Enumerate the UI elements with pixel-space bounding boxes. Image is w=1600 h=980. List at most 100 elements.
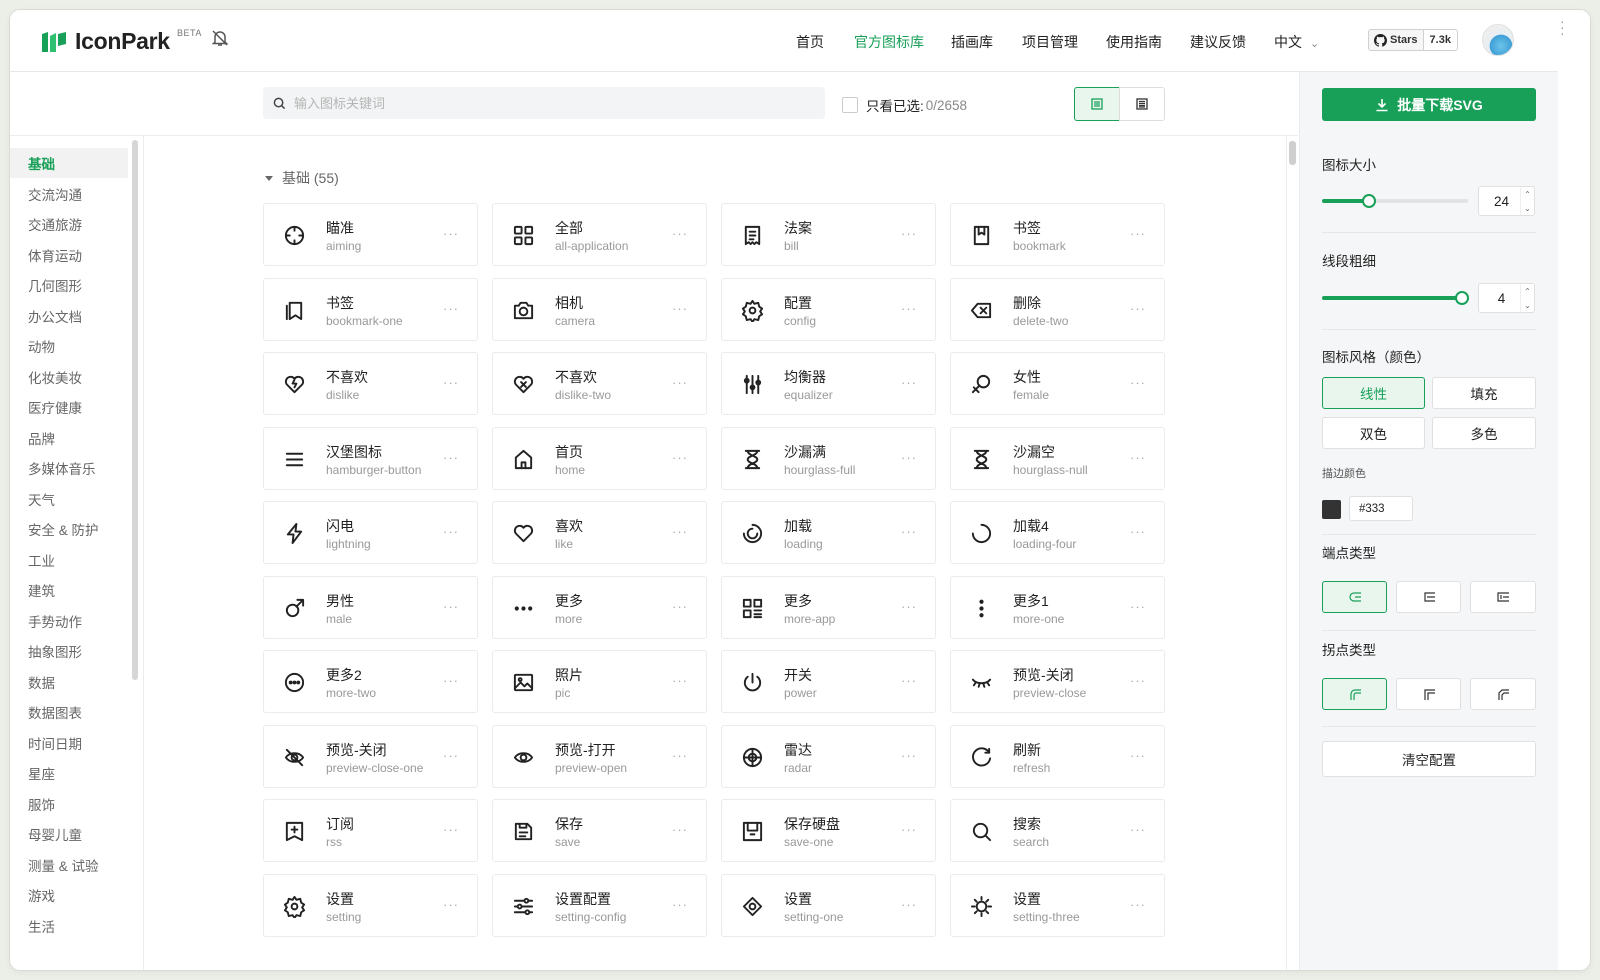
chevron-up-icon[interactable]: ⌃ (1524, 287, 1531, 296)
more-options-icon[interactable]: ··· (1130, 450, 1146, 465)
more-options-icon[interactable]: ··· (1130, 375, 1146, 390)
more-options-icon[interactable]: ··· (1130, 822, 1146, 837)
icon-card[interactable]: 书签 bookmark-one ··· (263, 277, 478, 341)
stroke-width-stepper[interactable]: 4 ⌃ ⌄ (1478, 283, 1535, 313)
window-menu-icon[interactable]: · · · (1560, 14, 1565, 40)
more-options-icon[interactable]: ··· (672, 599, 688, 614)
icon-card[interactable]: 预览-打开 preview-open ··· (492, 724, 707, 788)
more-options-icon[interactable]: ··· (443, 226, 459, 241)
icon-card[interactable]: 相机 camera ··· (492, 277, 707, 341)
sidebar-item[interactable]: 测量 & 试验 (10, 850, 128, 880)
join-miter-button[interactable] (1396, 678, 1461, 710)
style-filled-button[interactable]: 填充 (1432, 377, 1536, 409)
sidebar-item[interactable]: 抽象图形 (10, 636, 128, 666)
icon-card[interactable]: 加载 loading ··· (721, 501, 936, 564)
more-options-icon[interactable]: ··· (901, 897, 917, 912)
sidebar-item[interactable]: 基础 (10, 148, 128, 178)
sidebar-item[interactable]: 时间日期 (10, 728, 128, 758)
more-options-icon[interactable]: ··· (901, 673, 917, 688)
icon-card[interactable]: 搜索 search ··· (950, 799, 1165, 862)
icon-card[interactable]: 不喜欢 dislike-two ··· (492, 352, 707, 415)
icon-card[interactable]: 删除 delete-two ··· (950, 277, 1165, 341)
stroke-color-input[interactable]: #333 (1349, 496, 1413, 521)
stroke-color-swatch[interactable] (1322, 500, 1341, 519)
sidebar-item[interactable]: 安全 & 防护 (10, 514, 128, 544)
sidebar-item[interactable]: 交通旅游 (10, 209, 128, 239)
icon-card[interactable]: 配置 config ··· (721, 277, 936, 341)
nav-projects[interactable]: 项目管理 (1022, 32, 1078, 52)
more-options-icon[interactable]: ··· (672, 450, 688, 465)
sidebar-item[interactable]: 服饰 (10, 789, 128, 819)
icon-card[interactable]: 更多2 more-two ··· (263, 650, 478, 713)
batch-download-button[interactable]: 批量下载SVG (1322, 88, 1536, 121)
more-options-icon[interactable]: ··· (443, 748, 459, 763)
nav-feedback[interactable]: 建议反馈 (1190, 32, 1246, 52)
more-options-icon[interactable]: ··· (672, 673, 688, 688)
icon-card[interactable]: 预览-关闭 preview-close-one ··· (263, 724, 478, 788)
icon-card[interactable]: 预览-关闭 preview-close ··· (950, 650, 1165, 713)
sidebar-item[interactable]: 建筑 (10, 575, 128, 605)
sidebar-item[interactable]: 动物 (10, 331, 128, 361)
style-outline-button[interactable]: 线性 (1322, 377, 1425, 409)
more-options-icon[interactable]: ··· (901, 599, 917, 614)
nav-illustrations[interactable]: 插画库 (951, 32, 993, 52)
sidebar-item[interactable]: 工业 (10, 545, 128, 575)
sidebar-item[interactable]: 交流沟通 (10, 179, 128, 209)
logo[interactable]: IconPark (40, 28, 170, 55)
icon-card[interactable]: 订阅 rss ··· (263, 799, 478, 862)
icon-card[interactable]: 书签 bookmark ··· (950, 203, 1165, 266)
icon-card[interactable]: 设置配置 setting-config ··· (492, 873, 707, 937)
more-options-icon[interactable]: ··· (443, 673, 459, 688)
view-small-button[interactable] (1119, 87, 1165, 121)
sidebar-item[interactable]: 手势动作 (10, 606, 128, 636)
chevron-up-icon[interactable]: ⌃ (1524, 190, 1531, 199)
more-options-icon[interactable]: ··· (901, 301, 917, 316)
avatar[interactable] (1482, 24, 1514, 56)
more-options-icon[interactable]: ··· (672, 226, 688, 241)
icon-card[interactable]: 设置 setting-three ··· (950, 873, 1165, 937)
only-selected-checkbox[interactable] (842, 97, 858, 113)
more-options-icon[interactable]: ··· (901, 450, 917, 465)
icon-card[interactable]: 不喜欢 dislike ··· (263, 352, 478, 415)
style-multi-color-button[interactable]: 多色 (1432, 417, 1536, 449)
more-options-icon[interactable]: ··· (1130, 226, 1146, 241)
chevron-down-icon[interactable]: ⌄ (1524, 301, 1531, 310)
more-options-icon[interactable]: ··· (672, 301, 688, 316)
more-options-icon[interactable]: ··· (672, 524, 688, 539)
sidebar-item[interactable]: 天气 (10, 484, 128, 514)
clear-config-button[interactable]: 清空配置 (1322, 741, 1536, 777)
icon-card[interactable]: 均衡器 equalizer ··· (721, 352, 936, 415)
sidebar-item[interactable]: 数据 (10, 667, 128, 697)
only-selected-toggle[interactable]: 只看已选: 0/2658 (842, 95, 967, 115)
more-options-icon[interactable]: ··· (443, 524, 459, 539)
icon-card[interactable]: 刷新 refresh ··· (950, 724, 1165, 788)
icon-card[interactable]: 保存硬盘 save-one ··· (721, 799, 936, 862)
stroke-width-slider[interactable] (1322, 290, 1470, 306)
sidebar-scrollbar[interactable] (132, 140, 138, 680)
style-two-tone-button[interactable]: 双色 (1322, 417, 1425, 449)
more-options-icon[interactable]: ··· (901, 375, 917, 390)
icon-card[interactable]: 保存 save ··· (492, 799, 707, 862)
sidebar-item[interactable]: 几何图形 (10, 270, 128, 300)
sidebar-item[interactable]: 母婴儿童 (10, 819, 128, 849)
icon-card[interactable]: 照片 pic ··· (492, 650, 707, 713)
icon-card[interactable]: 开关 power ··· (721, 650, 936, 713)
more-options-icon[interactable]: ··· (443, 450, 459, 465)
more-options-icon[interactable]: ··· (1130, 748, 1146, 763)
size-slider-handle[interactable] (1361, 194, 1376, 208)
github-stars[interactable]: Stars 7.3k (1368, 29, 1458, 51)
more-options-icon[interactable]: ··· (672, 822, 688, 837)
icon-card[interactable]: 闪电 lightning ··· (263, 501, 478, 564)
icon-card[interactable]: 更多1 more-one ··· (950, 575, 1165, 639)
join-round-button[interactable] (1322, 678, 1387, 710)
more-options-icon[interactable]: ··· (1130, 897, 1146, 912)
nav-guide[interactable]: 使用指南 (1106, 32, 1162, 52)
sidebar-item[interactable]: 多媒体音乐 (10, 453, 128, 483)
sidebar-item[interactable]: 医疗健康 (10, 392, 128, 422)
icon-card[interactable]: 设置 setting-one ··· (721, 873, 936, 937)
sidebar-item[interactable]: 化妆美妆 (10, 362, 128, 392)
icon-card[interactable]: 雷达 radar ··· (721, 724, 936, 788)
more-options-icon[interactable]: ··· (443, 375, 459, 390)
more-options-icon[interactable]: ··· (672, 375, 688, 390)
size-stepper[interactable]: 24 ⌃ ⌄ (1478, 186, 1535, 216)
